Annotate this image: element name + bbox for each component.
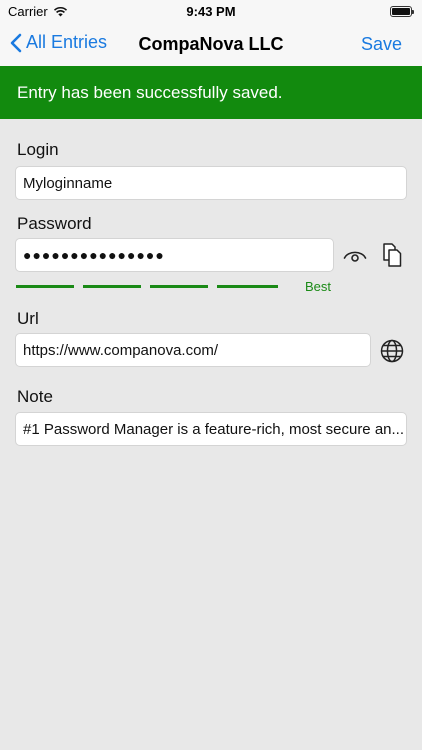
status-time: 9:43 PM (186, 4, 236, 19)
save-button[interactable]: Save (361, 34, 402, 55)
toast-message: Entry has been successfully saved. (17, 82, 283, 102)
login-label: Login (17, 140, 59, 159)
password-label: Password (17, 214, 92, 233)
strength-bar-4 (217, 285, 278, 288)
strength-bar-1 (16, 285, 74, 288)
password-strength-label: Best (305, 279, 332, 294)
note-label: Note (17, 387, 53, 406)
strength-bar-3 (150, 285, 208, 288)
note-value: #1 Password Manager is a feature-rich, m… (23, 420, 405, 438)
strength-bar-2 (83, 285, 141, 288)
navigation-bar: All Entries CompaNova LLC Save (0, 24, 422, 66)
password-field[interactable]: ●●●●●●●●●●●●●●● (15, 238, 334, 272)
url-value: https://www.companova.com/ (23, 341, 219, 359)
login-field[interactable]: Myloginname (15, 166, 407, 200)
page-title: CompaNova LLC (138, 34, 284, 54)
success-toast: Entry has been successfully saved. (0, 66, 422, 119)
copy-icon (383, 243, 402, 267)
login-value: Myloginname (23, 174, 113, 192)
note-field[interactable]: #1 Password Manager is a feature-rich, m… (15, 412, 407, 446)
globe-icon (380, 339, 404, 363)
reveal-password-button[interactable] (340, 243, 370, 269)
status-bar: Carrier 9:43 PM (0, 0, 422, 24)
password-value: ●●●●●●●●●●●●●●● (23, 247, 165, 263)
battery-icon (390, 6, 414, 17)
url-field[interactable]: https://www.companova.com/ (15, 333, 371, 367)
copy-password-button[interactable] (378, 240, 406, 270)
url-label: Url (17, 309, 39, 328)
eye-icon (343, 251, 367, 262)
open-url-button[interactable] (378, 337, 406, 365)
